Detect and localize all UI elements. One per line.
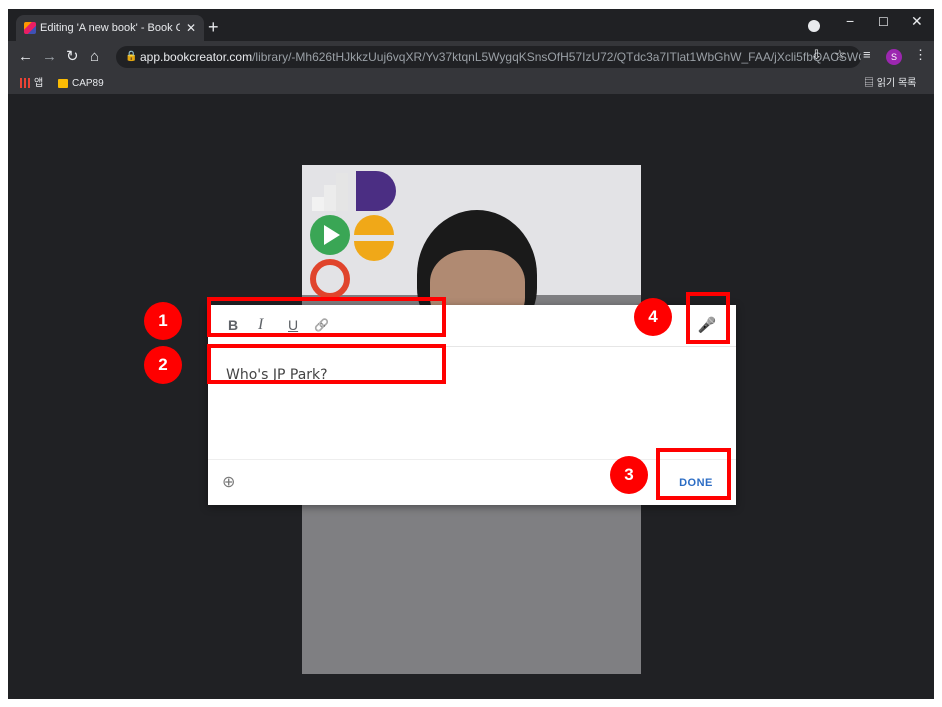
bookmark-star-icon[interactable]: ☆ [834,47,846,63]
bookmarks-bar: 앱 CAP89 ▤ 읽기 목록 [8,73,934,95]
lock-icon: 🔒 [125,51,138,62]
reading-list-button[interactable]: ▤ 읽기 목록 [864,77,916,91]
highlight-format-toolbar [207,297,446,337]
reading-list-icon: ▤ [864,78,877,89]
url-host: app.bookcreator.com [140,50,253,64]
annotation-badge-1: 1 [144,302,182,340]
browser-toolbar: ← → ↻ ⌂ 🔒 app.bookcreator.com/library/-M… [8,41,934,73]
install-app-icon[interactable]: ⇩ [811,47,822,63]
bookmark-apps[interactable]: 앱 [20,77,43,91]
zoom-in-icon[interactable]: ⊕ [222,472,235,492]
back-arrow-icon[interactable]: ← [18,47,33,67]
menu-kebab-icon[interactable]: ⋮ [914,47,927,63]
bookcreator-favicon-icon [24,22,36,34]
highlight-text-input [207,344,446,384]
bookcreator-logo-shapes [310,171,396,297]
tab-title: Editing 'A new book' - Book Cr [40,22,180,34]
book-creator-page: B I U 🔗 🎤 Who's JP Park? ⊕ DONE [8,95,934,699]
home-icon[interactable]: ⌂ [90,47,99,67]
profile-avatar[interactable]: S [886,49,902,65]
annotation-badge-4: 4 [634,298,672,336]
url-path: /library/-Mh626tHJkkzUuj6vqXR/Yv37ktqnL5… [252,50,861,64]
window-maximize-button[interactable]: ☐ [878,15,889,29]
address-bar[interactable]: 🔒 app.bookcreator.com/library/-Mh626tHJk… [116,46,861,68]
tab-strip: Editing 'A new book' - Book Cr ✕ + − ☐ ✕ [8,9,934,41]
bookmark-folder-cap89[interactable]: CAP89 [58,77,104,91]
tab-close-icon[interactable]: ✕ [186,15,196,41]
forward-arrow-icon[interactable]: → [42,47,57,67]
annotation-badge-2: 2 [144,346,182,384]
highlight-microphone-button [686,292,730,344]
folder-icon [58,78,68,88]
new-tab-button[interactable]: + [208,17,219,37]
media-queue-icon[interactable]: ≡ [863,47,871,62]
browser-tab[interactable]: Editing 'A new book' - Book Cr ✕ [16,15,204,41]
apps-grid-icon [20,78,30,89]
bookmark-apps-label: 앱 [34,78,44,89]
annotation-badge-3: 3 [610,456,648,494]
window-minimize-button[interactable]: − [846,13,854,29]
media-indicator-icon[interactable] [808,20,820,32]
reload-icon[interactable]: ↻ [66,47,79,67]
highlight-done-button [656,448,731,500]
window-close-button[interactable]: ✕ [911,13,923,30]
reading-list-label: 읽기 목록 [876,78,917,89]
bookmark-folder-label: CAP89 [72,78,104,89]
